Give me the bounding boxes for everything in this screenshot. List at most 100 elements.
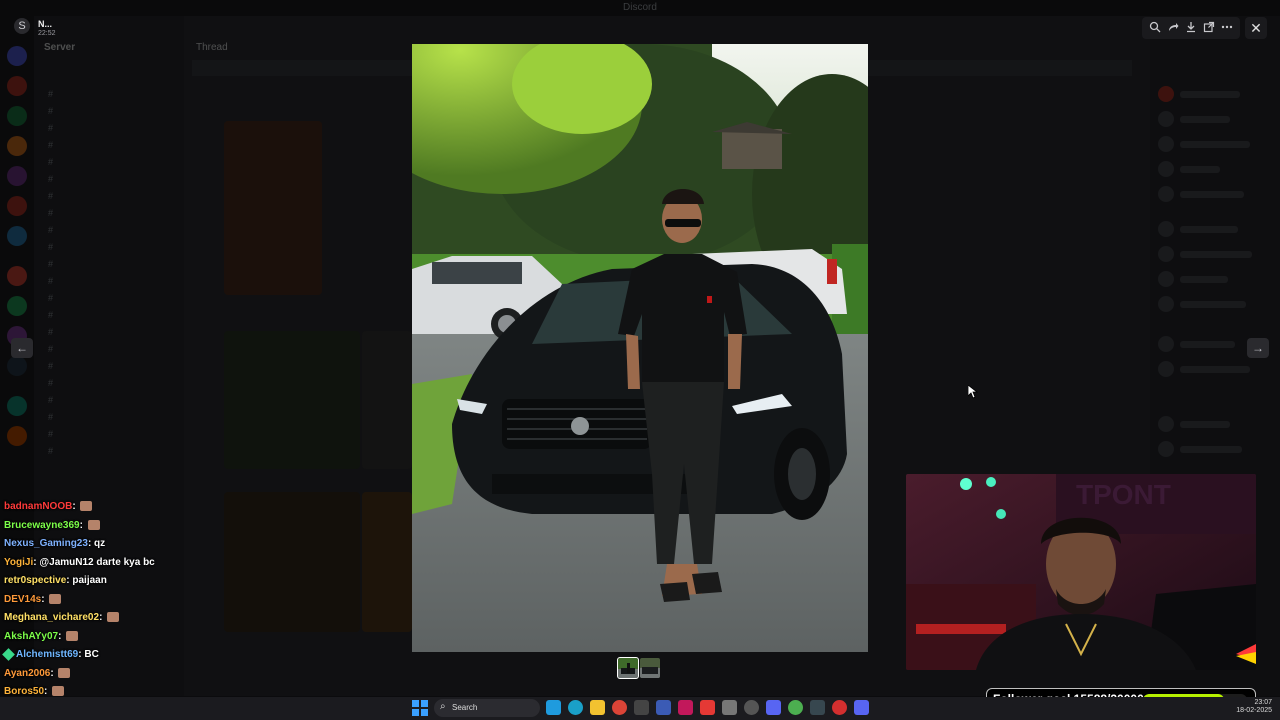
server-icon[interactable] xyxy=(7,136,27,156)
taskbar-app-icon[interactable] xyxy=(722,700,737,715)
server-icon[interactable] xyxy=(7,356,27,376)
media-post[interactable] xyxy=(362,331,412,469)
channel-item[interactable]: # xyxy=(34,256,184,273)
media-post[interactable] xyxy=(224,121,322,295)
channel-item[interactable]: # xyxy=(34,375,184,392)
channel-item[interactable]: # xyxy=(34,239,184,256)
media-post[interactable] xyxy=(362,492,412,632)
chat-username: YogiJi xyxy=(4,556,34,568)
channel-item[interactable]: # xyxy=(34,290,184,307)
server-name[interactable]: Server xyxy=(44,42,75,53)
channel-item[interactable]: # xyxy=(34,409,184,426)
member-avatar[interactable] xyxy=(1158,136,1174,152)
media-post[interactable] xyxy=(224,331,360,469)
channel-hash-icon: # xyxy=(48,429,54,439)
user-avatar[interactable]: S xyxy=(14,18,30,34)
channel-hash-icon: # xyxy=(48,174,54,184)
channel-item[interactable]: # xyxy=(34,137,184,154)
member-name xyxy=(1180,301,1246,308)
server-icon[interactable] xyxy=(7,266,27,286)
taskbar-app-icon[interactable] xyxy=(832,700,847,715)
channel-item[interactable]: # xyxy=(34,188,184,205)
lightbox-image[interactable] xyxy=(412,44,868,652)
taskbar-file-explorer-icon[interactable] xyxy=(590,700,605,715)
member-avatar[interactable] xyxy=(1158,161,1174,177)
channel-item[interactable]: # xyxy=(34,154,184,171)
taskbar-app-icon[interactable] xyxy=(546,700,561,715)
taskbar-discord-icon[interactable] xyxy=(854,700,869,715)
channel-item[interactable]: # xyxy=(34,273,184,290)
channel-item[interactable]: # xyxy=(34,443,184,460)
webcam-illustration: TPONT xyxy=(906,474,1256,670)
next-image-button[interactable]: → xyxy=(1247,338,1269,358)
channel-item[interactable]: # xyxy=(34,103,184,120)
server-icon[interactable] xyxy=(7,226,27,246)
member-avatar[interactable] xyxy=(1158,86,1174,102)
taskbar-app-icon[interactable] xyxy=(766,700,781,715)
thumbnail-strip xyxy=(617,657,660,679)
server-icon[interactable] xyxy=(7,106,27,126)
member-avatar[interactable] xyxy=(1158,296,1174,312)
taskbar-clock[interactable]: 23:07 18-02-2025 xyxy=(1236,699,1272,715)
webcam-wall-sign: TPONT xyxy=(1076,479,1171,510)
taskbar-edge-icon[interactable] xyxy=(568,700,583,715)
forward-icon[interactable] xyxy=(1166,21,1180,35)
member-avatar[interactable] xyxy=(1158,336,1174,352)
channel-item[interactable]: # xyxy=(34,120,184,137)
member-avatar[interactable] xyxy=(1158,441,1174,457)
taskbar-app-icon[interactable] xyxy=(634,700,649,715)
thumbnail-image-2[interactable] xyxy=(640,658,660,678)
server-icon[interactable] xyxy=(7,426,27,446)
member-avatar[interactable] xyxy=(1158,221,1174,237)
member-avatar[interactable] xyxy=(1158,246,1174,262)
member-avatar[interactable] xyxy=(1158,271,1174,287)
taskbar-app-icon[interactable] xyxy=(700,700,715,715)
member-avatar[interactable] xyxy=(1158,186,1174,202)
channel-item[interactable]: # xyxy=(34,341,184,358)
chat-username: Ayan2006 xyxy=(4,667,51,679)
server-icon[interactable] xyxy=(7,76,27,96)
server-icon[interactable] xyxy=(7,196,27,216)
taskbar-search-label: Search xyxy=(452,703,478,712)
download-icon[interactable] xyxy=(1184,21,1198,35)
channel-item[interactable]: # xyxy=(34,205,184,222)
member-name xyxy=(1180,166,1220,173)
server-icon[interactable] xyxy=(7,396,27,416)
close-lightbox-button[interactable]: ✕ xyxy=(1245,17,1267,39)
taskbar-search-box[interactable]: ⌕ Search xyxy=(434,699,540,717)
open-external-icon[interactable] xyxy=(1202,21,1216,35)
previous-image-button[interactable]: ← xyxy=(11,338,33,358)
channel-hash-icon: # xyxy=(48,89,54,99)
taskbar-app-icon[interactable] xyxy=(788,700,803,715)
zoom-icon[interactable] xyxy=(1148,21,1162,35)
channel-item[interactable]: # xyxy=(34,358,184,375)
server-icon[interactable] xyxy=(7,296,27,316)
taskbar-app-icon[interactable] xyxy=(656,700,671,715)
channel-item[interactable]: # xyxy=(34,392,184,409)
channel-hash-icon: # xyxy=(48,225,54,235)
taskbar-app-icon[interactable] xyxy=(744,700,759,715)
thumbnail-image-1[interactable] xyxy=(617,657,639,679)
windows-start-button[interactable] xyxy=(412,700,428,716)
taskbar-app-icon[interactable] xyxy=(810,700,825,715)
channel-item[interactable]: # xyxy=(34,86,184,103)
more-icon[interactable] xyxy=(1220,21,1234,35)
channel-item[interactable]: # xyxy=(34,324,184,341)
channel-item[interactable]: # xyxy=(34,307,184,324)
taskbar-chrome-icon[interactable] xyxy=(612,700,627,715)
channel-item[interactable]: # xyxy=(34,426,184,443)
photo-illustration xyxy=(412,44,868,652)
server-icon[interactable] xyxy=(7,166,27,186)
channel-item[interactable]: # xyxy=(34,222,184,239)
taskbar-app-icon[interactable] xyxy=(678,700,693,715)
chat-emote-icon xyxy=(87,519,100,530)
member-avatar[interactable] xyxy=(1158,111,1174,127)
channel-hash-icon: # xyxy=(48,293,54,303)
chat-username: AkshAYy07 xyxy=(4,630,59,642)
member-avatar[interactable] xyxy=(1158,361,1174,377)
uploader-name[interactable]: N... xyxy=(38,19,52,29)
member-avatar[interactable] xyxy=(1158,416,1174,432)
server-icon[interactable] xyxy=(7,46,27,66)
channel-item[interactable]: # xyxy=(34,171,184,188)
chat-message: Meghana_vichare02: xyxy=(4,609,264,628)
